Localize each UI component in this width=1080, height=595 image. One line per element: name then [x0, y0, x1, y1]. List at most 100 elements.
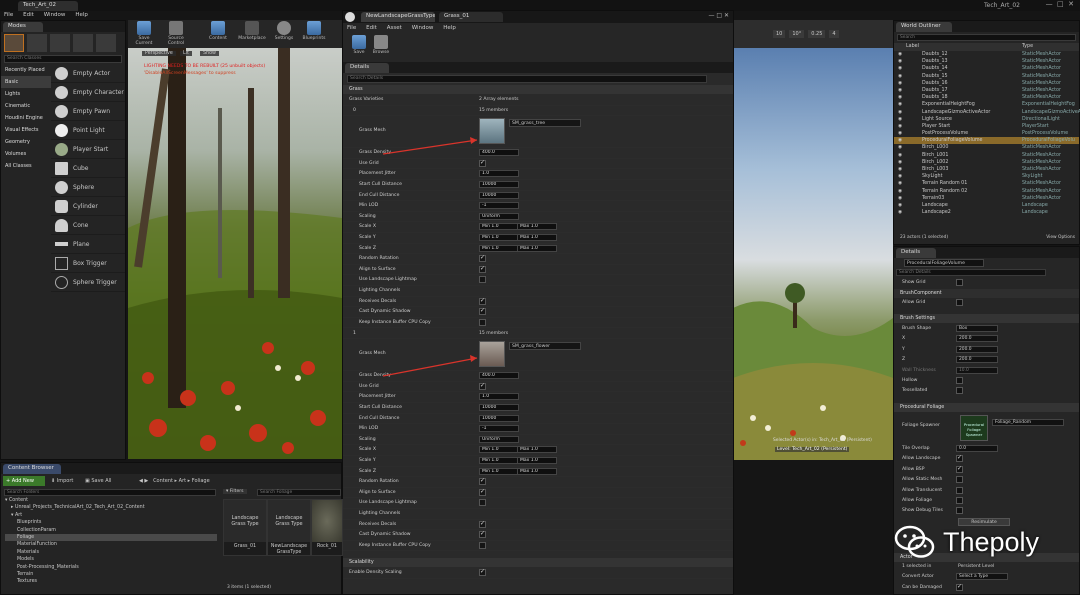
allow-grid-checkbox[interactable]: [956, 299, 963, 306]
breadcrumb-foliage[interactable]: Foliage: [192, 478, 210, 484]
outliner-row[interactable]: ◉ Daubts_14 StaticMeshActor: [894, 65, 1079, 72]
nav-back-icon[interactable]: ◀ ▶: [139, 478, 148, 484]
tab-details[interactable]: Details: [345, 63, 389, 73]
section-procedural-foliage[interactable]: Procedural Foliage: [894, 403, 1079, 412]
place-item[interactable]: Cone: [51, 216, 125, 235]
tab-details-right[interactable]: Details: [896, 248, 936, 258]
folder-item[interactable]: ▸ Unreal_Projects_TechnicalArt_02_Tech_A…: [5, 504, 217, 511]
rotation-snap-value[interactable]: 10°: [789, 30, 805, 38]
outliner-row[interactable]: ◉ Birch_L001 StaticMeshActor: [894, 152, 1079, 159]
max-input[interactable]: Max 1.0: [517, 223, 557, 231]
section-scalability[interactable]: Scalability: [343, 558, 733, 567]
menu-file[interactable]: File: [347, 25, 356, 31]
outliner-row[interactable]: ◉ PostProcessVolume PostProcessVolume: [894, 130, 1079, 137]
folder-item[interactable]: Textures: [5, 578, 217, 585]
outliner-row[interactable]: ◉ Daubts_13 StaticMeshActor: [894, 58, 1079, 65]
outliner-row[interactable]: ◉ Daubts_18 StaticMeshActor: [894, 94, 1079, 101]
mesh-select-dropdown[interactable]: SM_grass_tree: [509, 119, 581, 128]
max-input[interactable]: Max 1.0: [517, 244, 557, 252]
viewport-label-lit[interactable]: Lit: [180, 51, 192, 56]
source-control-button[interactable]: Source Control: [162, 20, 190, 46]
tab-content-browser[interactable]: Content Browser: [3, 464, 61, 474]
outliner-row[interactable]: ◉ Daubts_17 StaticMeshActor: [894, 87, 1079, 94]
outliner-row[interactable]: ◉ Player Start PlayerStart: [894, 123, 1079, 130]
place-item[interactable]: Box Trigger: [51, 254, 125, 273]
viewport-label-show[interactable]: Show: [200, 51, 219, 56]
visibility-eye-icon[interactable]: ◉: [898, 152, 902, 159]
max-input[interactable]: Max 1.0: [517, 467, 557, 475]
menu-asset[interactable]: Asset: [387, 25, 402, 31]
tab-grasstype[interactable]: NewLandscapeGrassType: [361, 12, 435, 22]
min-input[interactable]: Min 1.0: [479, 467, 519, 475]
property-checkbox[interactable]: [479, 477, 486, 486]
grid-snap-value[interactable]: 10: [773, 30, 786, 38]
place-item[interactable]: Cylinder: [51, 197, 125, 216]
cat-houdini[interactable]: Houdini Engine: [1, 112, 51, 124]
outliner-row[interactable]: ◉ Light Source DirectionalLight: [894, 116, 1079, 123]
property-checkbox[interactable]: [479, 530, 486, 539]
outliner-row[interactable]: ◉ Landscape2 Landscape: [894, 209, 1079, 216]
browse-button[interactable]: Browse: [367, 34, 395, 55]
menu-help[interactable]: Help: [75, 12, 88, 18]
visibility-eye-icon[interactable]: ◉: [898, 173, 902, 180]
outliner-view-options[interactable]: View Options: [1046, 235, 1075, 240]
place-item[interactable]: Empty Character: [51, 83, 125, 102]
section-brush-component[interactable]: BrushComponent: [894, 289, 1079, 298]
foliage-mode-icon[interactable]: [73, 34, 93, 52]
menu-edit[interactable]: Edit: [366, 25, 377, 31]
min-input[interactable]: Min 1.0: [479, 446, 519, 454]
outliner-row[interactable]: ◉ Daubts_12 StaticMeshActor: [894, 51, 1079, 58]
tessellated-checkbox[interactable]: [956, 387, 963, 395]
folder-item[interactable]: ▾ Content: [5, 497, 217, 504]
hollow-checkbox[interactable]: [956, 377, 963, 384]
visibility-eye-icon[interactable]: ◉: [898, 101, 902, 108]
save-all-button[interactable]: ▣ Save All: [85, 476, 111, 486]
folder-item[interactable]: Post-Processing_Materials: [5, 564, 217, 571]
show-grid-checkbox[interactable]: [956, 279, 963, 286]
visibility-eye-icon[interactable]: ◉: [898, 130, 902, 137]
visibility-eye-icon[interactable]: ◉: [898, 87, 902, 94]
blueprints-button[interactable]: Blueprints: [300, 20, 328, 41]
cat-vfx[interactable]: Visual Effects: [1, 124, 51, 136]
property-checkbox[interactable]: [479, 499, 486, 507]
menu-window[interactable]: Window: [412, 25, 434, 31]
y-input[interactable]: 200.0: [956, 345, 998, 353]
visibility-eye-icon[interactable]: ◉: [898, 137, 902, 144]
variety-0-header[interactable]: 0 15 members: [343, 106, 733, 117]
asset-tile[interactable]: Landscape Grass Type Grass_01: [223, 499, 267, 556]
can-be-damaged-checkbox[interactable]: [956, 583, 963, 591]
asset-tile[interactable]: Rock_01: [311, 499, 343, 556]
viewport-left[interactable]: Perspective Lit Show LIGHTING NEEDS TO B…: [128, 48, 342, 459]
cat-basic[interactable]: Basic: [1, 76, 51, 88]
asset-tile[interactable]: Landscape Grass Type NewLandscape GrassTy…: [267, 499, 311, 556]
tab-modes[interactable]: Modes: [3, 22, 43, 32]
outliner-row[interactable]: ◉ Terrain Random 01 StaticMeshActor: [894, 180, 1079, 187]
add-new-button[interactable]: + Add New: [3, 476, 45, 486]
col-type[interactable]: Type: [1022, 44, 1033, 49]
property-checkbox[interactable]: [479, 488, 486, 496]
min-input[interactable]: Min 1.0: [479, 457, 519, 464]
visibility-eye-icon[interactable]: ◉: [898, 202, 902, 209]
property-input[interactable]: Uniform: [479, 435, 519, 443]
outliner-row[interactable]: ◉ Daubts_16 StaticMeshActor: [894, 80, 1079, 87]
visibility-eye-icon[interactable]: ◉: [898, 116, 902, 123]
allow-option-checkbox[interactable]: [956, 497, 963, 504]
marketplace-button[interactable]: Marketplace: [238, 20, 266, 41]
place-mode-icon[interactable]: [4, 34, 24, 52]
allow-option-checkbox[interactable]: [956, 454, 963, 463]
window-controls[interactable]: — □ ✕: [1046, 0, 1074, 8]
section-grass[interactable]: Grass: [343, 85, 733, 94]
folder-item[interactable]: Foliage: [5, 533, 217, 542]
visibility-eye-icon[interactable]: ◉: [898, 80, 902, 87]
save-current-button[interactable]: Save Current: [130, 20, 158, 46]
details-right-search[interactable]: Search Details: [896, 269, 1046, 276]
allow-option-checkbox[interactable]: [956, 476, 963, 484]
breadcrumb-art[interactable]: Art: [179, 478, 186, 484]
enable-density-scaling-checkbox[interactable]: [479, 568, 486, 576]
property-checkbox[interactable]: [479, 520, 486, 528]
outliner-row[interactable]: ◉ ExponentialHeightFog ExponentialHeightFo…: [894, 101, 1079, 108]
outliner-row[interactable]: ◉ Birch_L000 StaticMeshActor: [894, 144, 1079, 151]
max-input[interactable]: Max 1.0: [517, 446, 557, 454]
visibility-eye-icon[interactable]: ◉: [898, 195, 902, 202]
folder-item[interactable]: Terrain: [5, 571, 217, 578]
